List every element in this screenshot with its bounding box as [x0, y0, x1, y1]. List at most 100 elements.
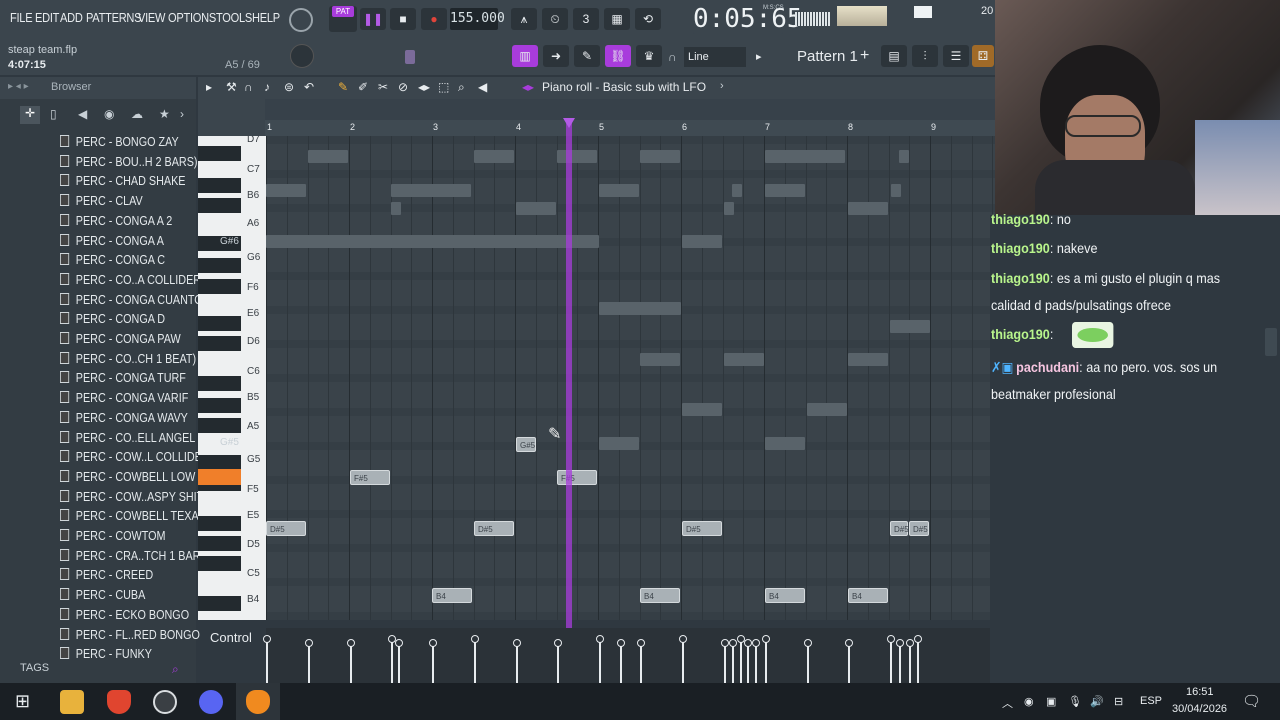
- browser-item[interactable]: PERC - COWBELL TEXAS: [60, 508, 206, 527]
- master-volume-knob[interactable]: [289, 8, 313, 32]
- browser-item[interactable]: PERC - FL..RED BONGO: [60, 627, 200, 646]
- velocity-bar[interactable]: [804, 639, 812, 683]
- chevron-right-icon[interactable]: ›: [180, 107, 184, 121]
- black-key[interactable]: [198, 516, 241, 531]
- browser-item[interactable]: PERC - CONGA WAVY: [60, 410, 188, 429]
- mixer-button[interactable]: ⫶: [912, 45, 938, 67]
- velocity-handle[interactable]: [679, 635, 687, 643]
- velocity-bar[interactable]: [729, 639, 737, 683]
- midi-note[interactable]: B4: [432, 588, 472, 603]
- notifications-icon[interactable]: 🗨: [1242, 692, 1261, 710]
- velocity-handle[interactable]: [429, 639, 437, 647]
- tray-app-icon[interactable]: ▣: [1046, 695, 1056, 708]
- playhead[interactable]: [566, 120, 572, 685]
- browser-item[interactable]: PERC - CONGA CUANTO: [60, 292, 203, 311]
- browser-item[interactable]: PERC - CONGA C: [60, 252, 165, 271]
- cloud-icon[interactable]: ☁: [131, 107, 143, 121]
- tempo-display[interactable]: 155.000: [450, 8, 505, 30]
- browser-options-icon[interactable]: ▸ ◂ ▸: [8, 81, 29, 92]
- arrow-button[interactable]: ➜: [543, 45, 569, 67]
- playhead-marker[interactable]: [563, 118, 575, 128]
- velocity-bar[interactable]: [471, 635, 479, 683]
- black-key[interactable]: [198, 198, 241, 213]
- stop-button[interactable]: ■: [390, 8, 416, 30]
- black-key[interactable]: [198, 418, 241, 433]
- midi-note[interactable]: D#5: [890, 521, 909, 536]
- midi-note[interactable]: D#5: [474, 521, 514, 536]
- snap-magnet-icon[interactable]: ∩: [244, 80, 253, 94]
- velocity-panel[interactable]: [263, 628, 995, 683]
- midi-note[interactable]: B4: [640, 588, 680, 603]
- file-icon[interactable]: ▯: [50, 107, 57, 121]
- black-key[interactable]: [198, 316, 241, 331]
- black-key[interactable]: [198, 336, 241, 351]
- midi-note[interactable]: G#5: [516, 437, 536, 452]
- discord-icon[interactable]: [199, 690, 223, 714]
- pr-menu-arrow-icon[interactable]: ▸: [206, 80, 212, 94]
- velocity-handle[interactable]: [804, 639, 812, 647]
- velocity-bar[interactable]: [914, 635, 922, 683]
- browser-item[interactable]: PERC - CONGA PAW: [60, 331, 181, 350]
- black-key[interactable]: [198, 455, 241, 470]
- record-button[interactable]: ●: [421, 8, 447, 30]
- zoom-icon[interactable]: ⌕: [458, 80, 465, 95]
- velocity-handle[interactable]: [347, 639, 355, 647]
- midi-note[interactable]: D#5: [266, 521, 306, 536]
- velocity-handle[interactable]: [845, 639, 853, 647]
- velocity-bar[interactable]: [737, 635, 745, 683]
- obs-icon[interactable]: [153, 690, 177, 714]
- black-key[interactable]: [198, 258, 241, 273]
- browser-item[interactable]: PERC - COWBELL LOW: [60, 469, 195, 488]
- velocity-handle[interactable]: [906, 639, 914, 647]
- link-button[interactable]: ⛓: [605, 45, 631, 67]
- piano-roll-mode-button[interactable]: ▥: [512, 45, 538, 67]
- browser-item[interactable]: PERC - CONGA D: [60, 311, 165, 330]
- browser-item[interactable]: PERC - CREED: [60, 567, 153, 586]
- mute-tool-icon[interactable]: ⊘: [398, 80, 408, 94]
- tray-discord-icon[interactable]: ◉: [1024, 695, 1034, 708]
- midi-note[interactable]: D#5: [909, 521, 929, 536]
- velocity-handle[interactable]: [729, 639, 737, 647]
- black-key[interactable]: [198, 178, 241, 193]
- volume-icon[interactable]: 🔊: [1090, 695, 1104, 708]
- velocity-handle[interactable]: [395, 639, 403, 647]
- brush-icon[interactable]: ✐: [358, 80, 368, 94]
- menu-tools[interactable]: TOOLS: [216, 10, 252, 25]
- browser-item[interactable]: PERC - CUBA: [60, 587, 145, 606]
- tags-search-icon[interactable]: ⌕: [172, 662, 179, 677]
- midi-note[interactable]: F#5: [557, 470, 597, 485]
- velocity-handle[interactable]: [744, 639, 752, 647]
- pencil-mode-button[interactable]: ✎: [574, 45, 600, 67]
- menu-add[interactable]: ADD: [60, 10, 83, 25]
- browser-item[interactable]: PERC - CO..A COLLIDER: [60, 272, 201, 291]
- windows-start-icon[interactable]: ⊞: [15, 691, 30, 712]
- midi-note[interactable]: D#5: [682, 521, 722, 536]
- velocity-bar[interactable]: [845, 639, 853, 683]
- black-key[interactable]: [198, 376, 241, 391]
- browser-item[interactable]: PERC - CLAV: [60, 193, 143, 212]
- wait-input-button[interactable]: ⏲: [542, 8, 568, 30]
- microphone-icon[interactable]: 🎙: [1068, 695, 1082, 708]
- velocity-handle[interactable]: [721, 639, 729, 647]
- menu-file[interactable]: FILE: [10, 10, 33, 25]
- menu-circle-icon[interactable]: ⊜: [284, 80, 294, 94]
- velocity-bar[interactable]: [395, 639, 403, 683]
- master-pitch-knob[interactable]: [290, 44, 314, 68]
- black-key[interactable]: [198, 146, 241, 161]
- velocity-handle[interactable]: [896, 639, 904, 647]
- velocity-handle[interactable]: [471, 635, 479, 643]
- playlist-button[interactable]: ▤: [881, 45, 907, 67]
- midi-note[interactable]: B4: [765, 588, 805, 603]
- browser-item[interactable]: PERC - BOU..H 2 BARS): [60, 154, 197, 173]
- undo-icon[interactable]: ↶: [304, 80, 314, 94]
- loop-record-button[interactable]: ⟲: [635, 8, 661, 30]
- countdown-button[interactable]: 3: [573, 8, 599, 30]
- plugin-db-icon[interactable]: ◉: [104, 107, 114, 121]
- delete-tool-icon[interactable]: ✂: [378, 80, 388, 94]
- velocity-handle[interactable]: [887, 635, 895, 643]
- menu-help[interactable]: HELP: [252, 10, 280, 25]
- all-files-icon[interactable]: ✛: [20, 106, 40, 124]
- velocity-bar[interactable]: [347, 639, 355, 683]
- velocity-bar[interactable]: [906, 639, 914, 683]
- tray-chevron-icon[interactable]: ︿: [1002, 695, 1013, 711]
